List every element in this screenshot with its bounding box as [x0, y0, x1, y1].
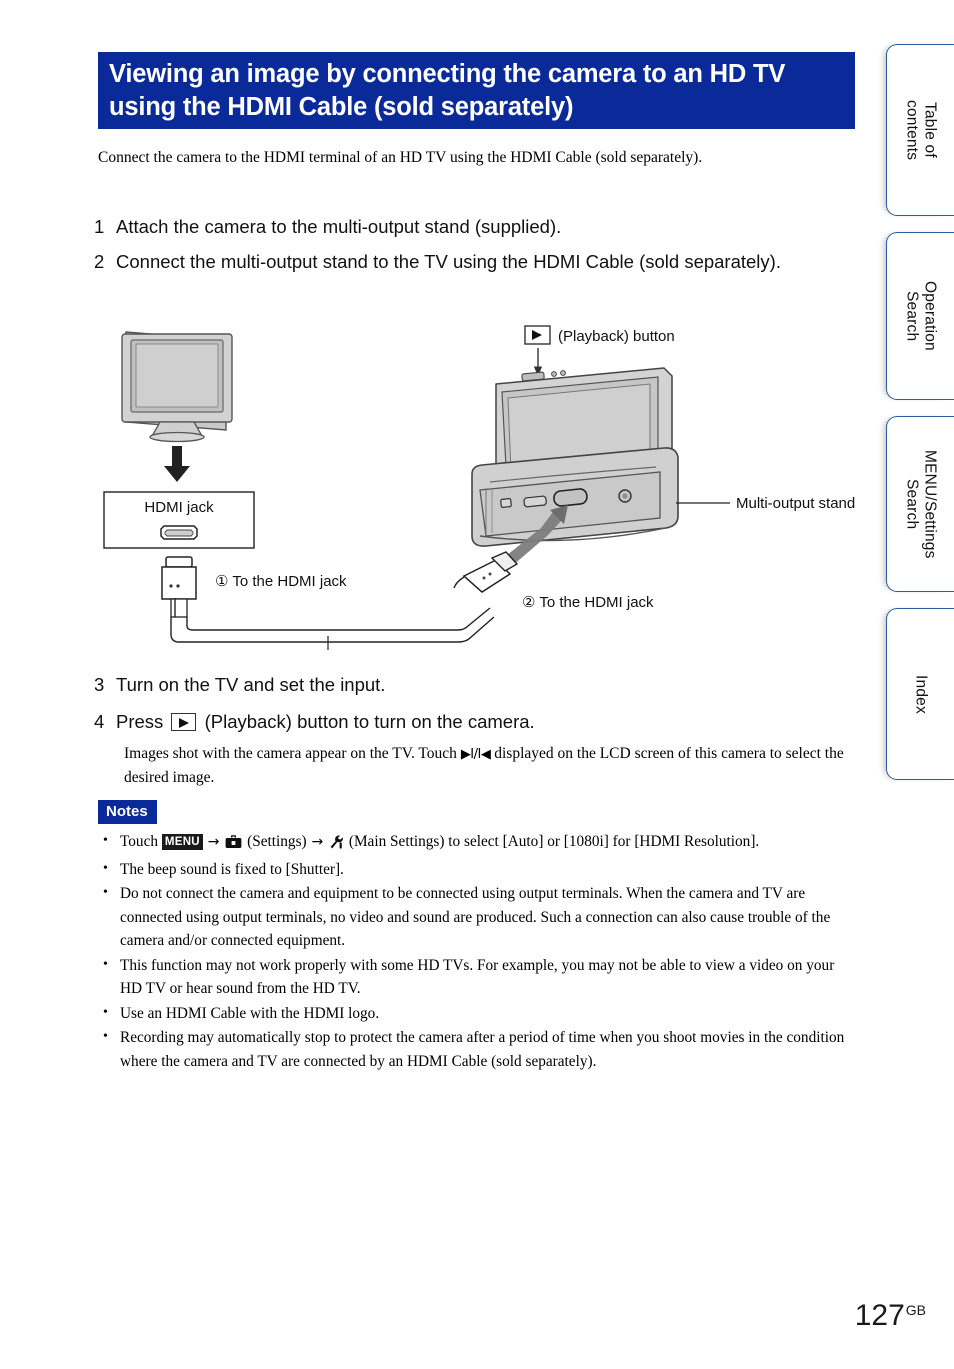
hdmi-jack-label: HDMI jack: [144, 499, 214, 516]
playback-prev-next-glyph: ▶I/I◀: [460, 747, 491, 762]
step4-note-before: Images shot with the camera appear on th…: [124, 745, 457, 762]
playback-icon: [171, 713, 197, 731]
step-number: 3: [94, 674, 105, 695]
page-header-banner: Viewing an image by connecting the camer…: [98, 52, 855, 129]
multi-output-stand-illustration: [471, 367, 679, 547]
note-item: Use an HDMI Cable with the HDMI logo.: [98, 1001, 858, 1026]
main-settings-wrench-icon: [329, 833, 344, 857]
note-item: This function may not work properly with…: [98, 953, 858, 1001]
note-item: Do not connect the camera and equipment …: [98, 881, 858, 953]
multi-output-stand-callout: Multi-output stand: [676, 495, 855, 512]
tv-illustration: [121, 331, 233, 443]
down-arrow-icon: [164, 446, 190, 482]
step-item: 1 Attach the camera to the multi-output …: [94, 213, 854, 241]
multi-output-stand-label: Multi-output stand: [736, 495, 855, 512]
steps-list-top: 1 Attach the camera to the multi-output …: [94, 213, 854, 283]
step-item: 3 Turn on the TV and set the input.: [94, 671, 864, 699]
step-number: 4: [94, 711, 105, 732]
step-number: 1: [94, 216, 105, 237]
step-text: Turn on the TV and set the input.: [116, 674, 386, 695]
sidebar-tab-index[interactable]: Index: [886, 608, 954, 780]
step-item: 4 Press (Playback) button to turn on the…: [94, 708, 864, 736]
arrow-right-icon: →: [311, 834, 324, 850]
step4-text-before: Press: [116, 711, 164, 732]
tab-label: MENU/Settings Search: [903, 449, 939, 559]
note-part1: Touch: [120, 833, 159, 850]
callout-2-label: ② To the HDMI jack: [522, 594, 654, 611]
step-text: Press (Playback) button to turn on the c…: [116, 708, 864, 736]
stand-hdmi-port-icon: [553, 488, 588, 507]
page-number-suffix: GB: [905, 1302, 926, 1318]
note-part2: (Settings): [247, 833, 307, 850]
document-page: Viewing an image by connecting the camer…: [0, 0, 954, 1369]
connection-diagram: HDMI jack ① To the HDMI jack (Playback) …: [98, 320, 858, 650]
notes-title: Notes: [98, 800, 157, 824]
sidebar-tab-menu-settings-search[interactable]: MENU/Settings Search: [886, 416, 954, 592]
page-title: Viewing an image by connecting the camer…: [109, 59, 786, 121]
notes-section: Notes Touch MENU → (Settings) →: [98, 800, 858, 1074]
step-text: Connect the multi-output stand to the TV…: [116, 251, 781, 272]
cable-line: [170, 607, 495, 643]
hdmi-plug-right: [453, 551, 519, 593]
note-part3: (Main Settings) to select [Auto] or [108…: [348, 833, 760, 850]
page-number: 127GB: [855, 1299, 926, 1333]
note-item: Touch MENU → (Settings) →: [98, 829, 858, 857]
step4-description: Images shot with the camera appear on th…: [124, 742, 864, 789]
page-number-value: 127: [854, 1299, 905, 1332]
step-text: Attach the camera to the multi-output st…: [116, 216, 562, 237]
sidebar-tab-table-of-contents[interactable]: Table of contents: [886, 44, 954, 216]
tab-label: Index: [912, 674, 930, 714]
sidebar-tab-operation-search[interactable]: Operation Search: [886, 232, 954, 400]
menu-badge: MENU: [161, 834, 203, 850]
step-item: 2 Connect the multi-output stand to the …: [94, 248, 854, 276]
hdmi-jack-box: HDMI jack: [103, 491, 255, 549]
arrow-right-icon: →: [207, 834, 220, 850]
tab-label: Table of contents: [903, 99, 939, 161]
steps-list-bottom: 3 Turn on the TV and set the input. 4 Pr…: [94, 671, 864, 789]
note-item: Recording may automatically stop to prot…: [98, 1025, 858, 1073]
hdmi-cable-callout: HDMI Cable: [327, 636, 329, 650]
step-number: 2: [94, 251, 105, 272]
hdmi-plug-left: [161, 556, 197, 618]
notes-list: Touch MENU → (Settings) →: [98, 829, 858, 1073]
settings-toolbox-icon: [225, 833, 242, 857]
intro-paragraph: Connect the camera to the HDMI terminal …: [98, 149, 703, 166]
playback-button-callout: (Playback) button: [524, 325, 675, 377]
tab-label: Operation Search: [903, 281, 939, 351]
playback-button-label: (Playback) button: [558, 328, 675, 345]
step4-text-after: (Playback) button to turn on the camera.: [204, 711, 535, 732]
callout-1-label: ① To the HDMI jack: [215, 573, 347, 590]
note-item: The beep sound is fixed to [Shutter].: [98, 857, 858, 882]
hdmi-port-icon: [160, 525, 198, 540]
